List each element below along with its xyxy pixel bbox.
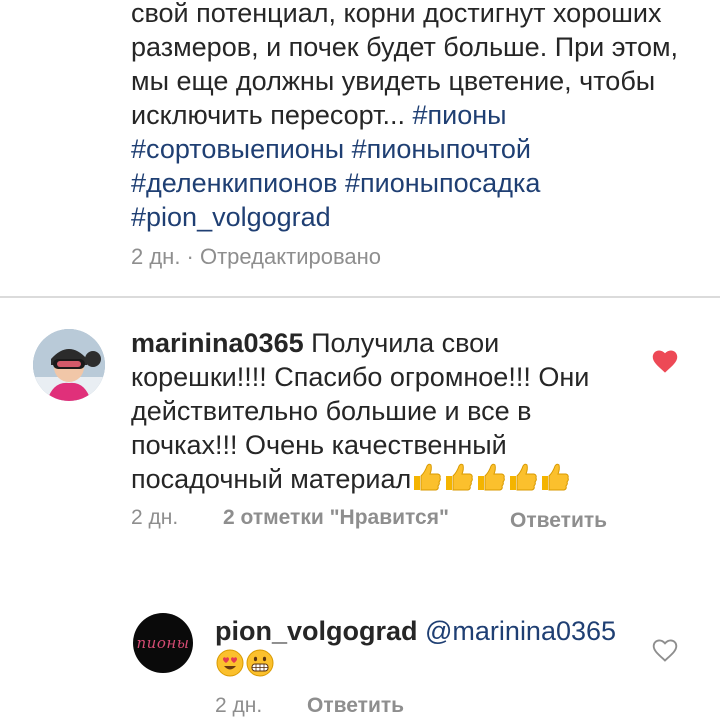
- likes-count-link[interactable]: 2 отметки "Нравится": [223, 506, 449, 530]
- reply-button[interactable]: Ответить: [510, 506, 607, 536]
- comment-text: pion_volgograd @marinina0365: [215, 614, 635, 686]
- comment-date: 2 дн.: [215, 694, 263, 717]
- avatar[interactable]: [33, 329, 105, 401]
- hashtag-link[interactable]: #деленкипионов: [131, 168, 337, 198]
- divider: [0, 296, 720, 298]
- grinning-emoji: [245, 648, 275, 686]
- comment-text: marinina0365 Получила свои корешки!!!! С…: [131, 326, 611, 500]
- caption-body: свой потенциал, корни достигнут хороших …: [131, 0, 679, 130]
- mention-link[interactable]: @marinina0365: [425, 616, 616, 646]
- caption-text: свой потенциал, корни достигнут хороших …: [131, 0, 691, 234]
- heart-eyes-emoji: [215, 648, 245, 686]
- avatar-logo: пионы: [136, 634, 190, 652]
- caption-meta: 2 дн. · Отредактировано: [131, 244, 382, 269]
- heart-icon[interactable]: [651, 637, 679, 663]
- avatar[interactable]: пионы: [133, 613, 193, 673]
- hashtag-link[interactable]: #пионыпосадка: [345, 168, 540, 198]
- comment-username[interactable]: pion_volgograd: [215, 616, 418, 646]
- hashtag-link[interactable]: #pion_volgograd: [131, 202, 331, 232]
- reply-button[interactable]: Ответить: [307, 694, 404, 718]
- thumbs-up-emoji-row: [411, 462, 571, 500]
- comment-date: 2 дн.: [131, 506, 179, 529]
- heart-icon[interactable]: [651, 348, 679, 374]
- hashtag-link[interactable]: #пионыпочтой: [352, 134, 531, 164]
- avatar-photo: [33, 329, 105, 401]
- hashtag-link[interactable]: #сортовыепионы: [131, 134, 344, 164]
- comment-username[interactable]: marinina0365: [131, 328, 304, 358]
- hashtag-link[interactable]: #пионы: [413, 100, 507, 130]
